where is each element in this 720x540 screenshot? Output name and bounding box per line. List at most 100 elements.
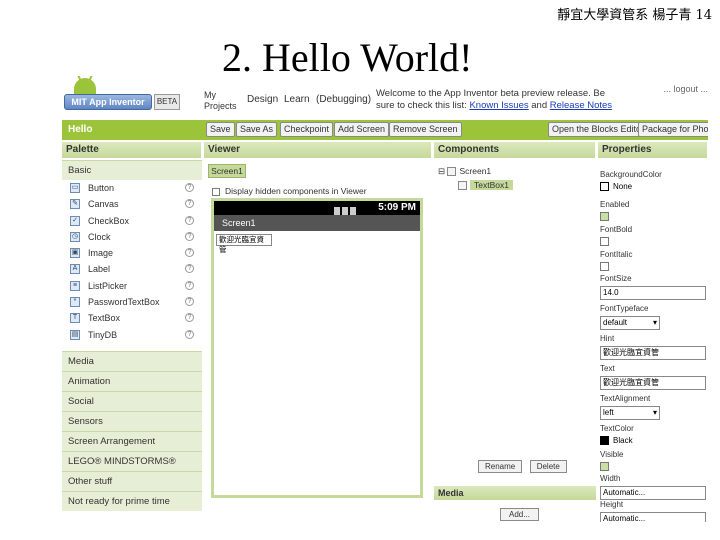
hint-input[interactable]: 歡迎光臨宜資管 xyxy=(600,346,706,360)
viewer-header: Viewer xyxy=(204,142,432,158)
prop-height: Height Automatic... xyxy=(600,500,706,522)
save-as-button[interactable]: Save As xyxy=(236,122,278,137)
palette-item-image[interactable]: ▣ Image? xyxy=(62,245,202,261)
help-icon[interactable]: ? xyxy=(185,297,194,307)
prop-label: FontTypeface xyxy=(600,304,649,313)
palette-section-basic[interactable]: Basic xyxy=(62,160,202,180)
textalignment-select[interactable]: left xyxy=(600,406,660,420)
palette-header: Palette xyxy=(62,142,202,158)
palette-item-tinydb[interactable]: ▤ TinyDB? xyxy=(62,327,202,343)
passwordtextbox-icon: * xyxy=(70,297,80,308)
nav-my-projects[interactable]: My Projects xyxy=(204,90,237,112)
palette-section-other-stuff[interactable]: Other stuff xyxy=(62,470,202,491)
nav-debugging[interactable]: (Debugging) xyxy=(316,94,371,105)
palette-item-label: ListPicker xyxy=(88,280,128,291)
palette-section-not-ready[interactable]: Not ready for prime time xyxy=(62,490,202,511)
palette-item-label: CheckBox xyxy=(88,215,130,226)
palette-section-lego-mindstorms[interactable]: LEGO® MINDSTORMS® xyxy=(62,450,202,471)
display-hidden-checkbox[interactable] xyxy=(212,187,220,196)
fonttypeface-select[interactable]: default xyxy=(600,316,660,330)
component-actions: Rename Delete xyxy=(478,456,570,474)
prop-value: None xyxy=(613,182,633,191)
screen-selector[interactable]: Screen1 xyxy=(208,164,246,178)
tree-node-textbox1[interactable]: TextBox1 xyxy=(458,180,513,191)
save-button[interactable]: Save xyxy=(206,122,235,137)
enabled-checkbox[interactable] xyxy=(600,212,609,221)
help-icon[interactable]: ? xyxy=(185,215,194,225)
palette-item-label: Canvas xyxy=(88,199,119,210)
rename-button[interactable]: Rename xyxy=(478,460,523,473)
visible-checkbox[interactable] xyxy=(600,462,609,471)
help-icon[interactable]: ? xyxy=(185,199,194,209)
help-icon[interactable]: ? xyxy=(185,280,194,290)
palette-item-clock[interactable]: ◷ Clock? xyxy=(62,229,202,245)
palette-section-social[interactable]: Social xyxy=(62,390,202,411)
palette-item-canvas[interactable]: ✎ Canvas? xyxy=(62,196,202,212)
nav-learn[interactable]: Learn xyxy=(284,94,310,105)
display-hidden-toggle[interactable]: Display hidden components in Viewer xyxy=(212,186,367,196)
delete-button[interactable]: Delete xyxy=(529,460,567,473)
height-input[interactable]: Automatic... xyxy=(600,512,706,522)
palette-section-animation[interactable]: Animation xyxy=(62,370,202,391)
project-bar: Hello Save Save As Checkpoint Add Screen… xyxy=(62,120,708,140)
help-icon[interactable]: ? xyxy=(185,183,194,192)
package-for-phone-button[interactable]: Package for Phone xyxy=(638,122,708,137)
phone-screen-body[interactable]: 歡迎光臨宜資管 xyxy=(214,231,420,495)
open-blocks-editor-button[interactable]: Open the Blocks Editor xyxy=(548,122,649,137)
prop-label: TextAlignment xyxy=(600,394,651,403)
palette-item-checkbox[interactable]: ✓ CheckBox? xyxy=(62,213,202,229)
palette-item-button[interactable]: ▭ Button? xyxy=(62,180,202,196)
nav-design[interactable]: Design xyxy=(247,94,278,105)
width-input[interactable]: Automatic... xyxy=(600,486,706,500)
properties-panel: BackgroundColor None Enabled FontBold Fo… xyxy=(598,160,708,522)
help-icon[interactable]: ? xyxy=(185,264,194,274)
palette-section-screen-arrangement[interactable]: Screen Arrangement xyxy=(62,430,202,451)
palette-item-label: PasswordTextBox xyxy=(88,297,160,308)
fontitalic-checkbox[interactable] xyxy=(600,262,609,271)
text-input[interactable]: 歡迎光臨宜資管 xyxy=(600,376,706,390)
account-links[interactable]: ... logout ... xyxy=(663,84,708,94)
media-header: Media xyxy=(434,486,596,500)
prop-label: Height xyxy=(600,500,624,509)
collapse-icon[interactable]: ⊟ xyxy=(438,166,447,176)
prop-fontitalic: FontItalic xyxy=(600,250,706,271)
palette-item-listpicker[interactable]: ≡ ListPicker? xyxy=(62,278,202,294)
add-media-button[interactable]: Add... xyxy=(500,508,539,521)
palette-item-textbox[interactable]: T TextBox? xyxy=(62,310,202,326)
fontsize-input[interactable]: 14.0 xyxy=(600,286,706,300)
phone-screen-title: Screen1 xyxy=(214,215,420,231)
textcolor-value[interactable]: Black xyxy=(600,436,706,446)
palette-item-passwordtextbox[interactable]: * PasswordTextBox? xyxy=(62,294,202,310)
palette-item-label[interactable]: A Label? xyxy=(62,261,202,277)
components-panel: ⊟ Screen1 TextBox1 Rename Delete xyxy=(434,160,596,522)
backgroundcolor-value[interactable]: None xyxy=(600,182,706,192)
palette-section-sensors[interactable]: Sensors xyxy=(62,410,202,431)
fontbold-checkbox[interactable] xyxy=(600,237,609,246)
prop-visible: Visible xyxy=(600,450,706,471)
release-notes-link[interactable]: Release Notes xyxy=(550,100,612,111)
help-icon[interactable]: ? xyxy=(185,231,194,241)
phone-status-bar: 5:09 PM xyxy=(214,201,420,216)
welcome-and: and xyxy=(531,100,548,111)
palette-section-media[interactable]: Media xyxy=(62,350,202,371)
help-icon[interactable]: ? xyxy=(185,313,194,323)
add-screen-button[interactable]: Add Screen xyxy=(334,122,390,137)
remove-screen-button[interactable]: Remove Screen xyxy=(389,122,462,137)
help-icon[interactable]: ? xyxy=(185,329,194,339)
known-issues-link[interactable]: Known Issues xyxy=(469,100,528,111)
prop-value: Black xyxy=(613,436,633,445)
checkpoint-button[interactable]: Checkpoint xyxy=(280,122,334,137)
welcome-message: Welcome to the App Inventor beta preview… xyxy=(376,88,616,112)
listpicker-icon: ≡ xyxy=(70,280,80,291)
slide-title: 2. Hello World! xyxy=(222,35,473,80)
clock-icon: ◷ xyxy=(70,231,80,242)
canvas-icon: ✎ xyxy=(70,199,80,210)
tree-node-screen1[interactable]: ⊟ Screen1 xyxy=(438,166,491,177)
help-icon[interactable]: ? xyxy=(185,248,194,258)
textbox1-preview[interactable]: 歡迎光臨宜資管 xyxy=(216,234,272,254)
screen-icon xyxy=(447,167,457,177)
palette-item-label: Label xyxy=(88,264,111,275)
prop-width: Width Automatic... xyxy=(600,474,706,500)
prop-fontsize: FontSize 14.0 xyxy=(600,274,706,300)
app-inventor-logo[interactable]: MIT App Inventor BETA xyxy=(64,76,184,116)
